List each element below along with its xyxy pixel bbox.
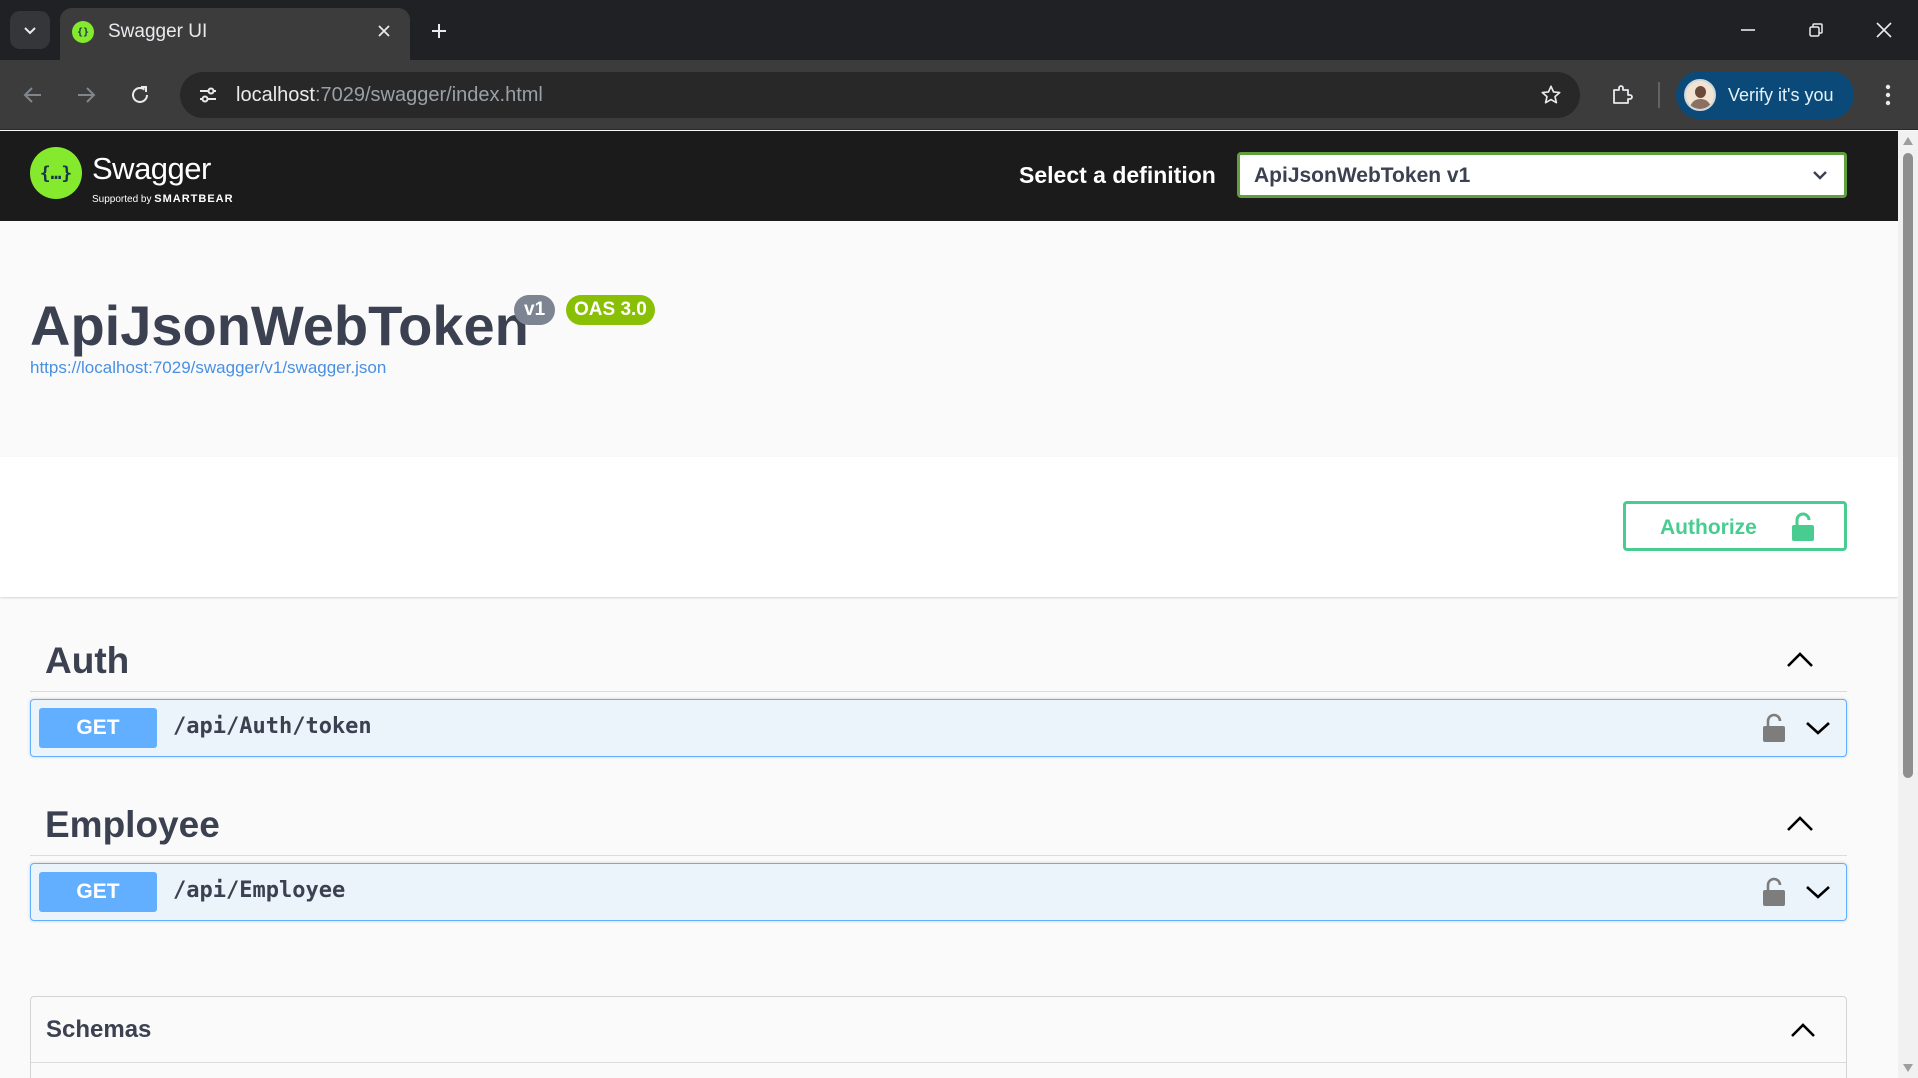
- chevron-down-icon[interactable]: [1804, 716, 1832, 740]
- url-path: :7029/swagger/index.html: [314, 84, 543, 106]
- minimize-icon: [1741, 29, 1755, 31]
- smartbear-label: SMARTBEAR: [154, 193, 234, 205]
- close-icon: [378, 25, 390, 37]
- bookmark-button[interactable]: [1536, 80, 1566, 110]
- operation-get-auth-token[interactable]: GET /api/Auth/token: [30, 699, 1847, 757]
- avatar: [1684, 79, 1716, 111]
- tag-name: Employee: [45, 804, 220, 845]
- tag-name: Auth: [45, 640, 130, 681]
- tag-header-auth[interactable]: Auth: [30, 628, 1847, 692]
- new-tab-button[interactable]: [422, 14, 456, 48]
- more-vert-icon: [1885, 84, 1891, 106]
- definition-select[interactable]: ApiJsonWebToken v1: [1237, 152, 1847, 198]
- schemas-section: Schemas: [30, 996, 1847, 1078]
- browser-tab[interactable]: {} Swagger UI: [60, 8, 410, 60]
- site-info-icon: [200, 87, 216, 103]
- page-title: ApiJsonWebToken: [30, 294, 529, 357]
- tab-close-button[interactable]: [372, 19, 396, 43]
- restore-icon: [1809, 23, 1823, 37]
- operation-path: /api/Employee: [173, 878, 346, 903]
- close-icon: [1876, 22, 1892, 38]
- star-icon: [1541, 85, 1561, 104]
- version-badge: v1: [514, 295, 556, 325]
- definition-value: ApiJsonWebToken v1: [1254, 164, 1471, 187]
- chevron-down-icon: [1810, 165, 1830, 185]
- toolbar-divider: [1658, 82, 1660, 108]
- unlocked-icon: [1792, 512, 1814, 541]
- site-info-button[interactable]: [190, 77, 226, 113]
- browser-toolbar: localhost:7029/swagger/index.html Verify…: [0, 60, 1918, 130]
- chevron-down-icon: [24, 27, 36, 35]
- back-icon: [23, 87, 41, 103]
- extensions-icon: [1613, 85, 1633, 104]
- reload-button[interactable]: [122, 77, 158, 113]
- extensions-button[interactable]: [1604, 77, 1640, 113]
- spec-url-link[interactable]: https://localhost:7029/swagger/v1/swagge…: [30, 358, 386, 378]
- swagger-topbar: {…} Swagger Supported by SMARTBEAR Selec…: [0, 131, 1898, 221]
- restore-button[interactable]: [1790, 8, 1842, 52]
- browser-menu-button[interactable]: [1870, 77, 1906, 113]
- page-viewport: {…} Swagger Supported by SMARTBEAR Selec…: [0, 131, 1898, 1078]
- page-scrollbar[interactable]: [1898, 131, 1918, 1078]
- supported-by-label: Supported by: [92, 194, 152, 205]
- scheme-container: Authorize: [0, 457, 1898, 597]
- reload-icon: [132, 86, 148, 103]
- tab-search-button[interactable]: [10, 11, 50, 49]
- method-badge: GET: [39, 708, 157, 748]
- scroll-up-arrow-icon[interactable]: [1903, 137, 1913, 145]
- address-bar[interactable]: localhost:7029/swagger/index.html: [180, 72, 1580, 118]
- minimize-button[interactable]: [1722, 8, 1774, 52]
- swagger-logo-icon[interactable]: {…}: [30, 147, 82, 199]
- tag-header-employee[interactable]: Employee: [30, 792, 1847, 856]
- back-button[interactable]: [15, 77, 51, 113]
- scroll-down-arrow-icon[interactable]: [1903, 1064, 1913, 1072]
- authorize-label: Authorize: [1660, 516, 1757, 539]
- forward-icon: [78, 87, 96, 103]
- url-text[interactable]: localhost:7029/swagger/index.html: [236, 84, 543, 107]
- close-window-button[interactable]: [1858, 8, 1910, 52]
- schemas-header[interactable]: Schemas: [31, 997, 1846, 1063]
- profile-button[interactable]: Verify it's you: [1676, 71, 1854, 119]
- browser-tab-bar: {} Swagger UI: [0, 0, 1918, 60]
- scrollbar-thumb[interactable]: [1903, 153, 1913, 778]
- authorize-button[interactable]: Authorize: [1623, 501, 1847, 551]
- chevron-up-icon[interactable]: [1783, 810, 1817, 838]
- oas-badge: OAS 3.0: [566, 295, 655, 325]
- chevron-up-icon[interactable]: [1788, 1017, 1818, 1043]
- definition-label: Select a definition: [1019, 162, 1216, 188]
- profile-label: Verify it's you: [1728, 85, 1834, 105]
- schemas-title: Schemas: [46, 1016, 152, 1043]
- swagger-favicon-icon: {}: [72, 21, 94, 43]
- lock-icon[interactable]: [1762, 713, 1786, 743]
- operation-get-employee[interactable]: GET /api/Employee: [30, 863, 1847, 921]
- forward-button[interactable]: [68, 77, 104, 113]
- method-badge: GET: [39, 872, 157, 912]
- chevron-down-icon[interactable]: [1804, 880, 1832, 904]
- supported-by-text: Supported by SMARTBEAR: [92, 193, 234, 205]
- swagger-brand[interactable]: Swagger: [92, 151, 211, 187]
- lock-icon[interactable]: [1762, 877, 1786, 907]
- tab-title: Swagger UI: [108, 21, 208, 42]
- operation-path: /api/Auth/token: [173, 714, 372, 739]
- plus-icon: [432, 24, 446, 38]
- api-info: ApiJsonWebToken v1 OAS 3.0 https://local…: [0, 221, 1898, 457]
- chevron-up-icon[interactable]: [1783, 646, 1817, 674]
- url-host: localhost: [236, 84, 315, 106]
